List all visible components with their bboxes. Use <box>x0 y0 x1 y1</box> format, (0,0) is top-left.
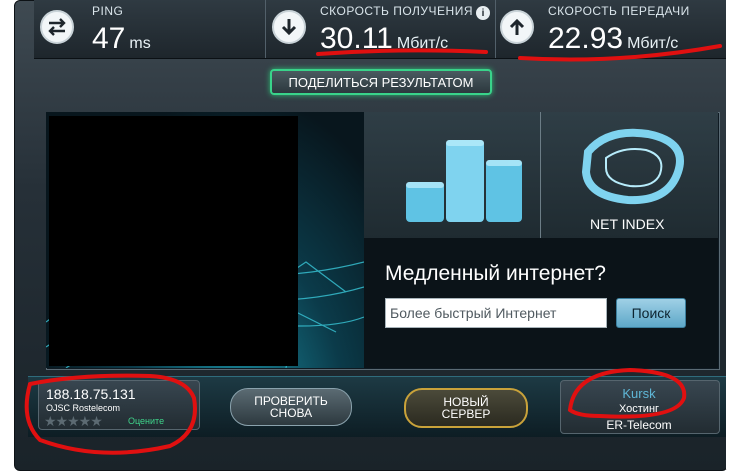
rating-star-icon[interactable]: ★★★★★ <box>44 413 103 430</box>
server-city: Kursk <box>622 386 656 401</box>
bar-chart-icon <box>406 140 522 222</box>
upload-label: СКОРОСТЬ ПЕРЕДАЧИ <box>548 4 690 18</box>
slow-internet-title: Медленный интернет? <box>385 262 606 285</box>
server-host: ER-Telecom <box>606 418 672 432</box>
ping-swap-icon <box>40 10 74 44</box>
ping-value-wrap: 47 ms <box>92 22 151 56</box>
ping-stat: PING 47 ms <box>92 0 262 58</box>
net-index-panel[interactable]: NET INDEX <box>364 112 718 238</box>
faster-internet-input[interactable] <box>385 298 607 328</box>
info-icon[interactable]: i <box>476 6 490 20</box>
download-label: СКОРОСТЬ ПОЛУЧЕНИЯ <box>320 4 474 18</box>
upload-unit: Мбит/с <box>627 35 679 52</box>
download-value: 30.11 <box>320 22 393 55</box>
net-index-ring-icon <box>581 128 684 205</box>
stats-divider <box>495 0 496 58</box>
client-isp: OJSC Rostelecom <box>46 403 121 413</box>
net-index-divider <box>540 112 541 238</box>
retest-line2: СНОВА <box>269 406 313 420</box>
page-background <box>726 0 752 469</box>
redacted-area <box>49 116 298 366</box>
client-ip: 188.18.75.131 <box>46 386 136 402</box>
search-button[interactable]: Поиск <box>616 298 686 328</box>
retest-button[interactable]: ПРОВЕРИТЬ СНОВА <box>230 388 352 426</box>
share-result-button[interactable]: ПОДЕЛИТЬСЯ РЕЗУЛЬТАТОМ <box>270 69 492 95</box>
ping-label: PING <box>92 4 124 18</box>
stats-divider <box>265 0 266 58</box>
upload-arrow-icon <box>500 10 534 44</box>
ping-value: 47 <box>92 22 126 55</box>
ping-unit: ms <box>129 35 151 52</box>
upload-value: 22.93 <box>548 22 624 55</box>
rate-label[interactable]: Оцените <box>128 416 164 426</box>
net-index-label: NET INDEX <box>590 216 665 232</box>
download-unit: Мбит/с <box>396 35 449 52</box>
download-value-wrap: 30.11 Мбит/с <box>320 22 448 56</box>
upload-stat: СКОРОСТЬ ПЕРЕДАЧИ 22.93 Мбит/с <box>548 0 718 58</box>
new-server-button[interactable]: НОВЫЙ СЕРВЕР <box>404 388 528 428</box>
upload-value-wrap: 22.93 Мбит/с <box>548 22 678 56</box>
server-host-label: Хостинг <box>618 403 660 415</box>
new-server-line2: СЕРВЕР <box>441 407 491 421</box>
download-stat: СКОРОСТЬ ПОЛУЧЕНИЯ 30.11 Мбит/с <box>320 0 495 58</box>
download-arrow-icon <box>272 10 306 44</box>
